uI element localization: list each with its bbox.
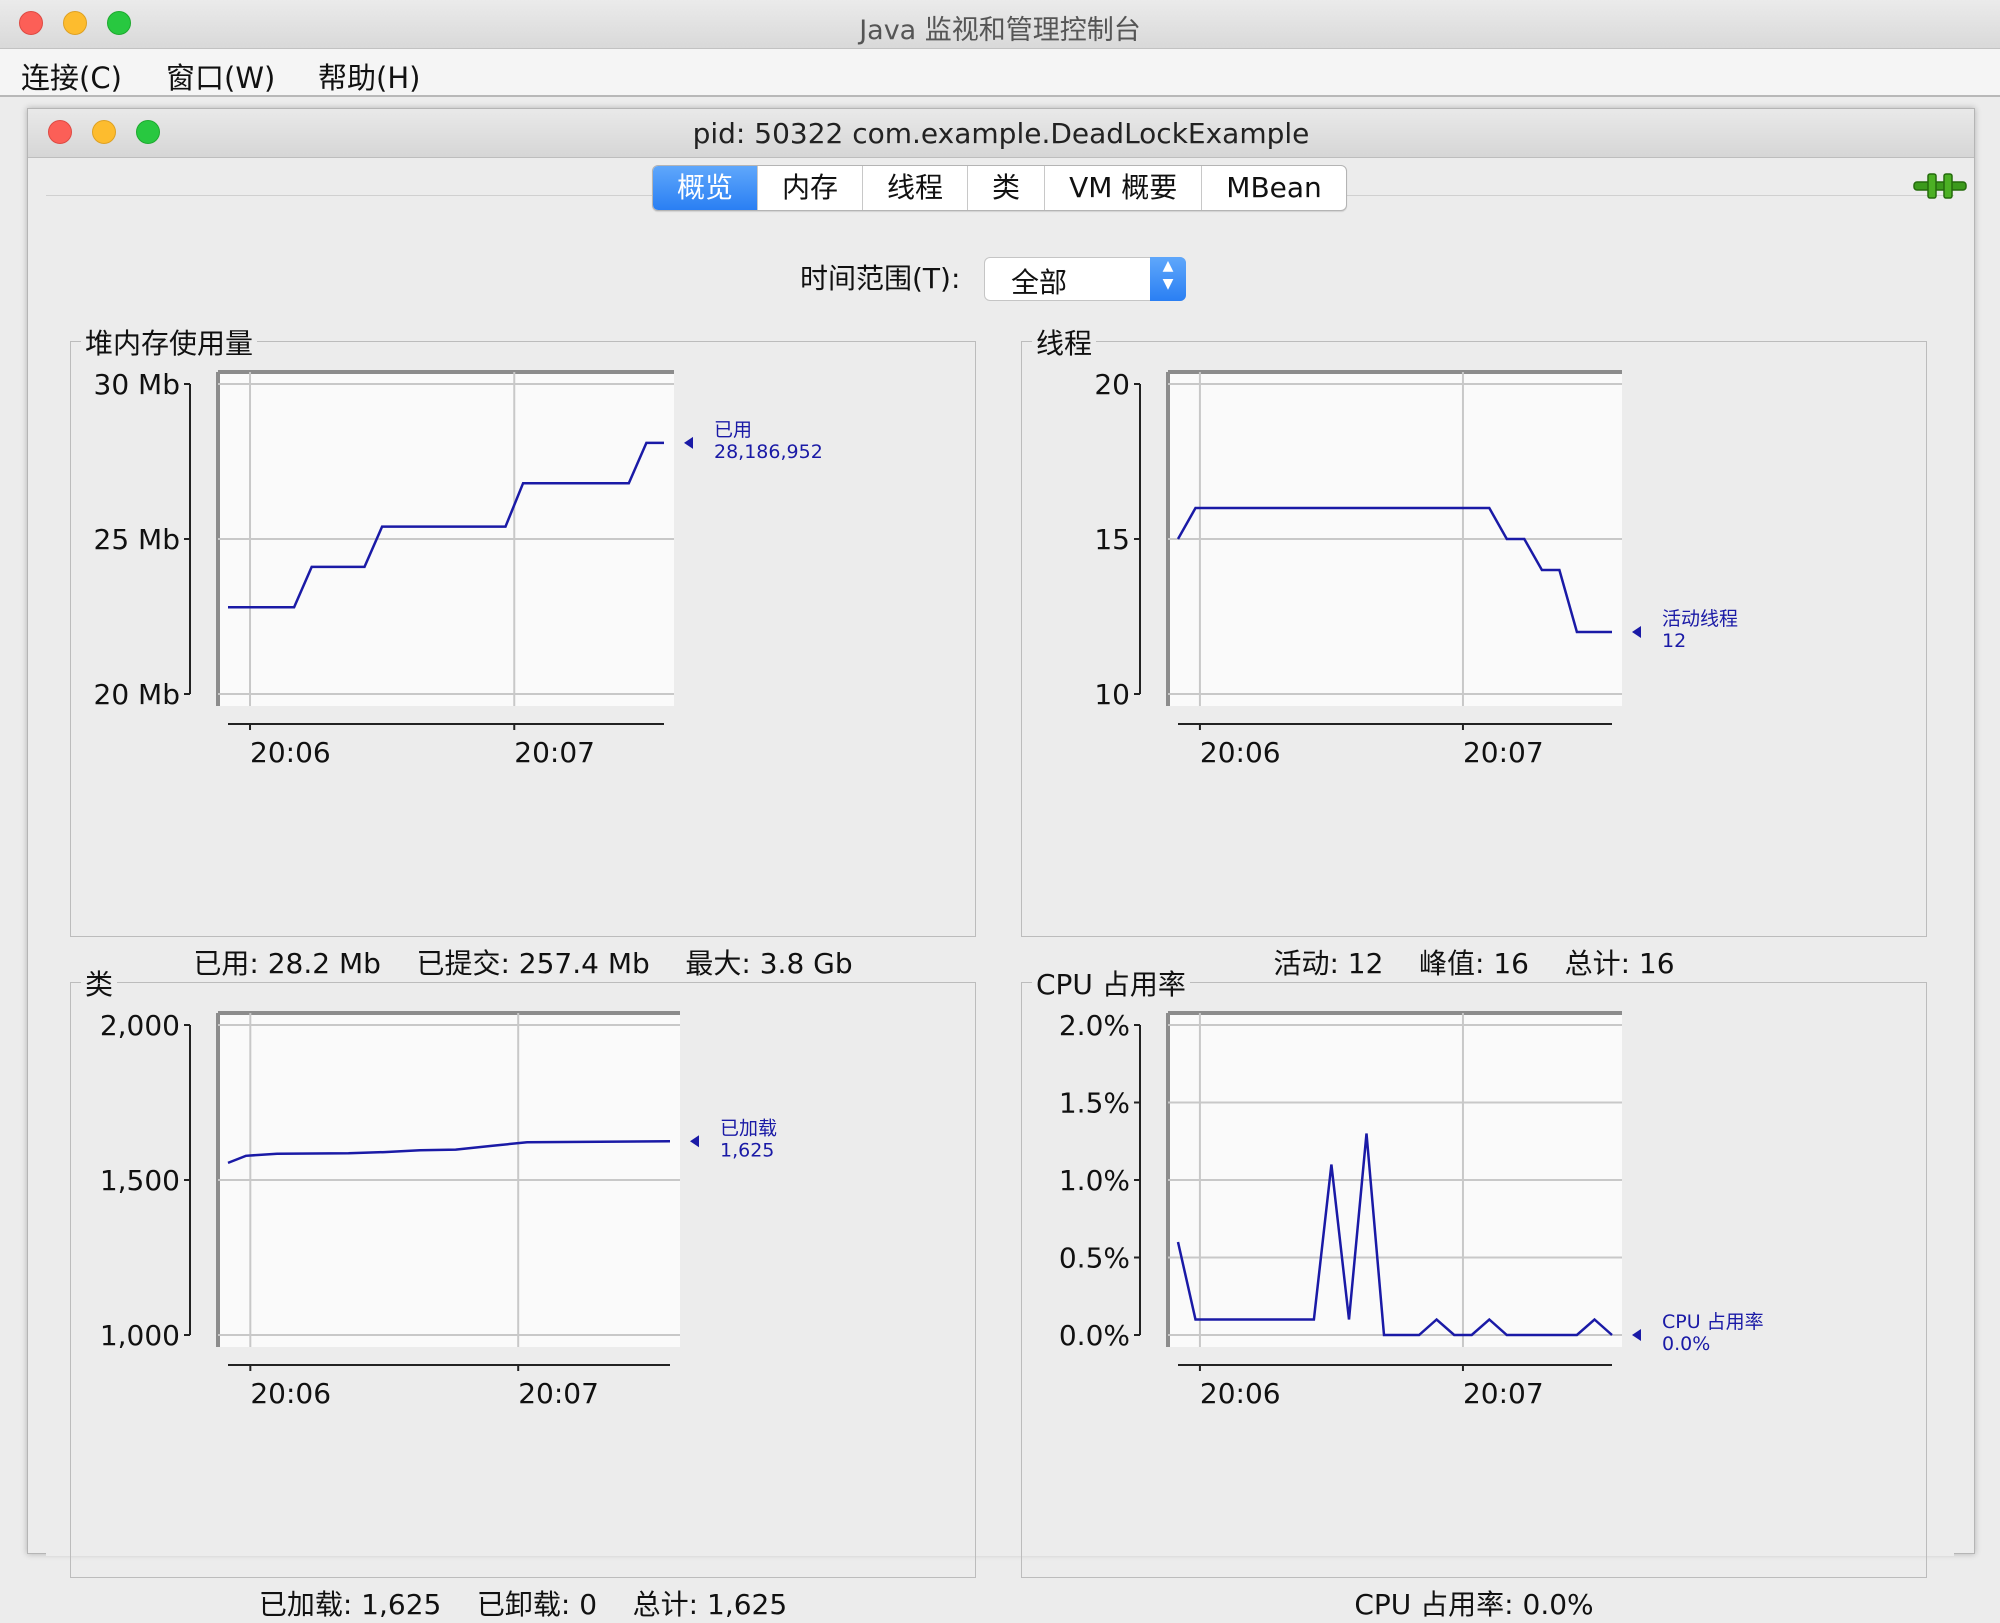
last-value-marker <box>684 436 693 449</box>
classes-summary: 已加载: 1,625 已卸载: 0 总计: 1,625 <box>258 1588 788 1621</box>
y-tick-label: 20 <box>1094 368 1130 401</box>
y-tick-label: 0.5% <box>1059 1242 1130 1275</box>
time-range-value: 全部 <box>1011 266 1068 299</box>
x-tick-label: 20:07 <box>518 1377 599 1410</box>
x-tick-label: 20:07 <box>514 736 595 769</box>
series-value-label: 0.0% <box>1662 1333 1710 1355</box>
tab-memory[interactable]: 内存 <box>758 166 864 210</box>
series-value-label: 28,186,952 <box>714 441 823 463</box>
cpu-usage-summary: CPU 占用率: 0.0% <box>1354 1588 1594 1621</box>
threads-chart: 10 15 20 20:06 20:07 活动线程12 <box>1094 368 1738 769</box>
last-value-marker <box>690 1135 699 1148</box>
x-tick-label: 20:06 <box>250 736 331 769</box>
tab-overview[interactable]: 概览 <box>653 166 759 210</box>
y-tick-label: 30 Mb <box>94 368 180 401</box>
time-range-label: 时间范围(T): <box>800 262 961 295</box>
y-tick-label: 1.0% <box>1059 1164 1130 1197</box>
inner-title-bar: pid: 50322 com.example.DeadLockExample <box>28 109 1974 158</box>
tab-threads[interactable]: 线程 <box>863 166 969 210</box>
heap-memory-chart: 20 Mb 25 Mb 30 Mb 20:06 20:07 已用28,186,952 <box>94 368 823 769</box>
y-tick-label: 1,000 <box>100 1319 180 1352</box>
tab-mbean[interactable]: MBean <box>1202 166 1346 210</box>
x-tick-label: 20:07 <box>1463 736 1544 769</box>
tab-bar: 概览 内存 线程 类 VM 概要 MBean <box>652 165 1347 211</box>
series-value-label: 1,625 <box>720 1139 774 1161</box>
x-tick-label: 20:06 <box>1200 1377 1281 1410</box>
connection-title: pid: 50322 com.example.DeadLockExample <box>692 117 1310 150</box>
heap-memory-summary: 已用: 28.2 Mb 已提交: 257.4 Mb 最大: 3.8 Gb <box>193 947 853 980</box>
y-tick-label: 2,000 <box>100 1009 180 1042</box>
time-range-select[interactable]: 全部 ▲ ▼ <box>984 257 1186 301</box>
series-name-label: CPU 占用率 <box>1662 1311 1764 1333</box>
y-tick-label: 1.5% <box>1059 1087 1130 1120</box>
y-tick-label: 15 <box>1094 523 1130 556</box>
x-tick-label: 20:06 <box>1200 736 1281 769</box>
series-name-label: 已加载 <box>720 1117 777 1139</box>
connection-status-icon[interactable] <box>1912 171 1968 205</box>
tab-vm-summary[interactable]: VM 概要 <box>1045 166 1203 210</box>
x-tick-label: 20:06 <box>250 1377 331 1410</box>
series-value-label: 12 <box>1662 630 1686 652</box>
menu-window[interactable]: 窗口(W) <box>166 55 275 97</box>
menu-connection[interactable]: 连接(C) <box>21 55 122 97</box>
select-arrows-icon: ▲ ▼ <box>1150 257 1186 301</box>
y-tick-label: 20 Mb <box>94 678 180 711</box>
last-value-marker <box>1632 626 1641 638</box>
cpu-usage-chart: 0.0%0.5%1.0%1.5%2.0%20:06 20:07CPU 占用率0.0… <box>1059 1009 1764 1410</box>
y-tick-label: 10 <box>1094 678 1130 711</box>
tab-classes[interactable]: 类 <box>968 166 1046 210</box>
y-tick-label: 1,500 <box>100 1164 180 1197</box>
threads-panel: 线程 10 15 20 20:06 20:07 活动线程 12 活动: 12 峰值: 16 … <box>1021 322 1927 980</box>
y-tick-label: 0.0% <box>1059 1319 1130 1352</box>
classes-chart: 1,000 1,500 2,000 20:06 20:07 已加载1,625 <box>100 1009 777 1410</box>
outer-title-bar: Java 监视和管理控制台 <box>0 0 2000 49</box>
menu-bar: 连接(C) 窗口(W) 帮助(H) <box>0 49 2000 97</box>
classes-panel: 类 1,000 1,500 2,000 20:06 20:07 已加载 1,625 已加载:… <box>70 963 976 1621</box>
x-tick-label: 20:07 <box>1463 1377 1544 1410</box>
series-name-label: 已用 <box>714 419 752 441</box>
cpu-usage-panel: CPU 占用率 0.0% 0.5% 1.0% 1.5% 2.0% 20:06 20:07 CP… <box>1021 963 1927 1621</box>
heap-memory-panel: 堆内存使用量 20 Mb 25 Mb 30 Mb 20:06 20:07 已用 28,186… <box>70 322 976 980</box>
y-tick-label: 2.0% <box>1059 1009 1130 1042</box>
y-tick-label: 25 Mb <box>94 523 180 556</box>
series-name-label: 活动线程 <box>1662 608 1738 630</box>
last-value-marker <box>1632 1329 1641 1341</box>
menu-help[interactable]: 帮助(H) <box>318 55 420 97</box>
app-title: Java 监视和管理控制台 <box>859 15 1141 46</box>
